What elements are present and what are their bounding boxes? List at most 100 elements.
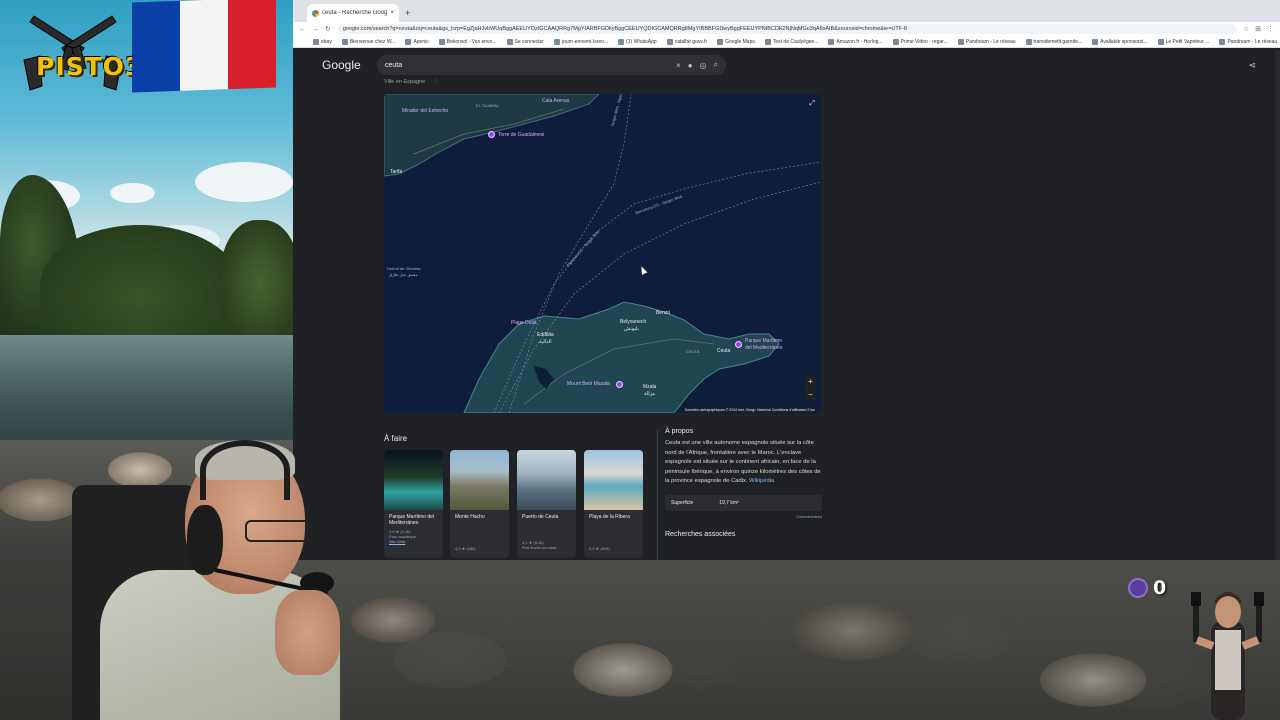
counter-icon bbox=[1128, 578, 1148, 598]
google-logo[interactable]: Google bbox=[322, 58, 361, 72]
map-poi-playa-dalia[interactable]: Plage Dalia bbox=[511, 320, 537, 326]
map-pin[interactable] bbox=[488, 131, 495, 138]
bookmark-item[interactable]: Available sponsorst... bbox=[1092, 38, 1148, 45]
attraction-name: Parque Marítimo del Mediterráneo bbox=[389, 514, 435, 526]
zoom-in-button[interactable]: + bbox=[808, 377, 813, 386]
bookmark-favicon-icon bbox=[506, 38, 513, 45]
attraction-card[interactable]: Monte Hacho 4,3 ★ (188) bbox=[450, 450, 509, 558]
extensions-icon[interactable]: ⊞ bbox=[1255, 25, 1261, 33]
bookmark-favicon-icon bbox=[341, 38, 348, 45]
url-field[interactable]: google.com/search?q=ceuta&oq=ceuta&gs_lc… bbox=[336, 24, 1237, 34]
search-input[interactable]: ceuta bbox=[385, 62, 669, 69]
search-icon[interactable]: ⌕ bbox=[714, 60, 718, 70]
bookmark-item[interactable]: Se connecter bbox=[506, 38, 544, 45]
hand bbox=[275, 590, 340, 675]
attraction-card[interactable]: Playa de la Ribera 4,2 ★ (549) bbox=[584, 450, 643, 558]
map-poi-mount[interactable]: Mount Beni Mazala bbox=[567, 381, 610, 387]
about-title: À propos bbox=[665, 428, 694, 435]
map-label-mzala-ar: مزالة bbox=[644, 391, 656, 397]
map-pin[interactable] bbox=[616, 381, 623, 388]
bookmarks-bar: ebay Bienvenue chez W... Apenic Bekonsol… bbox=[293, 36, 1280, 48]
lens-icon[interactable]: ◎ bbox=[700, 61, 707, 70]
microphone-icon[interactable]: ● bbox=[688, 61, 693, 70]
bookmark-item[interactable]: Pandream - Le réseau bbox=[957, 38, 1016, 45]
bookmark-favicon-icon bbox=[957, 38, 964, 45]
bookmark-item[interactable]: (1) WhatsApp bbox=[618, 38, 657, 45]
map-label-gibraltar-ar: مضيق جبل طارق bbox=[389, 272, 418, 277]
flag-white bbox=[180, 0, 228, 91]
channel-logo: PISTO37 bbox=[14, 8, 161, 98]
things-to-do-title: À faire bbox=[384, 434, 408, 443]
bookmark-favicon-icon bbox=[1219, 38, 1226, 45]
bookmark-favicon-icon bbox=[717, 38, 724, 45]
wikipedia-link[interactable]: Wikipédia bbox=[749, 478, 774, 484]
attraction-card[interactable]: Parque Marítimo del Mediterráneo 4,6 ★ (… bbox=[384, 450, 443, 558]
tab-close-icon[interactable]: × bbox=[390, 10, 394, 16]
zoom-out-button[interactable]: − bbox=[808, 390, 813, 399]
bookmark-favicon-icon bbox=[828, 38, 835, 45]
attraction-website-link[interactable]: Site Web bbox=[384, 539, 443, 544]
forward-icon[interactable]: → bbox=[312, 26, 319, 33]
bookmark-item[interactable]: journ-ennemi-Isreo... bbox=[553, 38, 608, 45]
webcam-streamer bbox=[60, 440, 360, 720]
reload-icon[interactable]: ↻ bbox=[325, 25, 331, 33]
attraction-rating: 4,3 ★ (188) bbox=[455, 546, 476, 551]
bookmark-item[interactable]: transdemetit.garnde... bbox=[1025, 38, 1082, 45]
feedback-link[interactable]: Commentaires bbox=[665, 514, 822, 519]
share-icon[interactable]: ⋖ bbox=[1248, 60, 1256, 71]
bookmark-item[interactable]: Bienvenue chez W... bbox=[341, 38, 395, 45]
bookmark-item[interactable]: catalhé.gouv.fr bbox=[666, 38, 707, 45]
bookmark-item[interactable]: Prime Video - regar... bbox=[892, 38, 948, 45]
menu-icon[interactable]: ⋮ bbox=[1267, 25, 1274, 33]
about-text: Ceuta est une ville autonome espagnole s… bbox=[665, 439, 822, 487]
bookmark-item[interactable]: Le Petit Vapoteur ... bbox=[1157, 38, 1209, 45]
attraction-type: Port fluvial ou marit. bbox=[522, 545, 558, 550]
bookmark-item[interactable]: Google Maps bbox=[717, 38, 755, 45]
more-options-icon[interactable]: ⋮ bbox=[433, 79, 439, 85]
map-poi-torre[interactable]: Torre de Guadalmesi bbox=[498, 132, 544, 138]
bookmark-item[interactable]: Bekonsol - Vos envo... bbox=[438, 38, 497, 45]
map-label-ceuta: Ceuta bbox=[717, 348, 731, 354]
bookmark-favicon-icon bbox=[1092, 38, 1099, 45]
flag-red bbox=[228, 0, 276, 90]
clear-icon[interactable]: × bbox=[676, 61, 681, 70]
bookmark-favicon-icon bbox=[764, 38, 771, 45]
map-graphic bbox=[384, 94, 821, 413]
divider bbox=[657, 430, 658, 560]
map-view[interactable]: Tarifa Detroit de Gibraltar مضيق جبل طار… bbox=[384, 94, 821, 413]
expand-map-icon[interactable]: ⤢ bbox=[809, 100, 815, 108]
france-flag bbox=[132, 0, 276, 93]
map-poi-cala[interactable]: Cala Arenas bbox=[542, 98, 569, 104]
map-attribution[interactable]: Données cartographiques © 2024 Inst. Geo… bbox=[682, 408, 817, 412]
map-poi-mirador[interactable]: Mirador del Estrecho bbox=[402, 108, 448, 114]
map-label-eddalia-ar: الدالية bbox=[539, 339, 552, 345]
bookmark-favicon-icon bbox=[1157, 38, 1164, 45]
headset-icon bbox=[200, 440, 290, 500]
viewer-counter: 0 bbox=[1128, 577, 1166, 599]
cloud bbox=[110, 183, 155, 203]
tab-google-search[interactable]: ceuta - Recherche Google × bbox=[307, 4, 399, 22]
map-poi-parque[interactable]: Parque Marítimo bbox=[745, 338, 782, 344]
attraction-name: Playa de la Ribera bbox=[589, 514, 630, 520]
new-tab-button[interactable]: + bbox=[405, 8, 410, 18]
attraction-card[interactable]: Puerto de Ceuta 4,1 ★ (5,2k) Port fluvia… bbox=[517, 450, 576, 558]
back-icon[interactable]: ← bbox=[299, 26, 306, 33]
gunman-icon bbox=[1191, 592, 1264, 720]
bookmark-item[interactable]: ebay bbox=[313, 38, 332, 45]
map-pin[interactable] bbox=[735, 341, 742, 348]
bookmark-favicon-icon bbox=[892, 38, 899, 45]
attraction-name: Puerto de Ceuta bbox=[522, 514, 559, 520]
bookmark-star-icon[interactable]: ☆ bbox=[1243, 25, 1249, 33]
map-label-belyounech-ar: بليونش bbox=[624, 326, 639, 332]
headset-earcup bbox=[187, 505, 223, 575]
bookmark-favicon-icon bbox=[405, 38, 412, 45]
scrollbar[interactable] bbox=[1275, 50, 1280, 560]
bookmark-item[interactable]: Apenic bbox=[405, 38, 429, 45]
map-label-belyounech: Belyounech bbox=[620, 319, 647, 325]
bookmark-item[interactable]: Amazon.fr - Horlog... bbox=[828, 38, 883, 45]
bookmark-item[interactable]: Test de Caulyègee... bbox=[764, 38, 818, 45]
bookmark-item[interactable]: Pandream - Le réseau bbox=[1219, 38, 1277, 45]
attraction-image bbox=[450, 450, 509, 510]
search-box[interactable]: ceuta × ● ◎ ⌕ bbox=[377, 55, 726, 75]
about-description: Ceuta est une ville autonome espagnole s… bbox=[665, 440, 821, 485]
